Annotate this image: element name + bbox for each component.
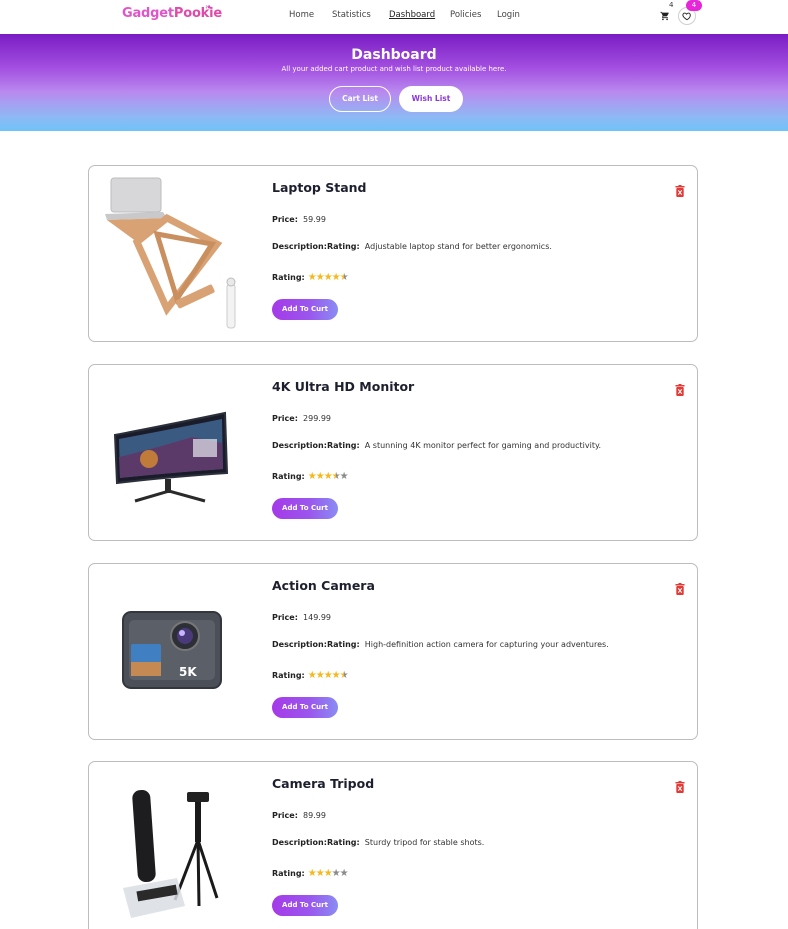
description-label: Description:Rating: bbox=[272, 838, 360, 847]
description-label: Description:Rating: bbox=[272, 640, 360, 649]
star-icon: ★ bbox=[315, 272, 325, 283]
price-label: Price: bbox=[272, 414, 298, 423]
product-card: 5K Action Camera Price: 149.99 Descripti… bbox=[88, 563, 698, 740]
cart-list-button[interactable]: Cart List bbox=[329, 86, 391, 112]
product-rating: Rating: ★★★★★ bbox=[272, 272, 349, 283]
product-price: Price: 149.99 bbox=[272, 613, 331, 622]
cart-count: 4 bbox=[669, 1, 674, 9]
add-to-cart-button[interactable]: Add To Curt bbox=[272, 895, 338, 916]
star-icon: ★ bbox=[323, 868, 333, 879]
rating-stars: ★★★★★ bbox=[307, 868, 349, 879]
rating-label: Rating: bbox=[272, 671, 305, 680]
product-title: Action Camera bbox=[272, 578, 375, 593]
star-icon: ★ bbox=[331, 272, 341, 283]
star-icon: ★ bbox=[323, 272, 333, 283]
rating-stars: ★★★★★ bbox=[307, 272, 349, 283]
star-icon: ★ bbox=[331, 471, 341, 482]
logo-part1: Gadget bbox=[122, 6, 174, 21]
rating-label: Rating: bbox=[272, 273, 305, 282]
wish-list-button[interactable]: Wish List bbox=[399, 86, 463, 112]
star-icon: ★ bbox=[323, 471, 333, 482]
price-value: 89.99 bbox=[303, 811, 326, 820]
product-description: Description:Rating: Adjustable laptop st… bbox=[272, 242, 552, 251]
price-value: 149.99 bbox=[303, 613, 332, 622]
nav-policies[interactable]: Policies bbox=[450, 10, 481, 20]
action-camera-image: 5K bbox=[122, 611, 222, 689]
product-title: Camera Tripod bbox=[272, 776, 375, 791]
bow-icon: ❧ bbox=[205, 3, 213, 13]
description-value: A stunning 4K monitor perfect for gaming… bbox=[364, 441, 602, 450]
price-label: Price: bbox=[272, 215, 298, 224]
product-card: 4K Ultra HD Monitor Price: 299.99 Descri… bbox=[88, 364, 698, 541]
product-title: 4K Ultra HD Monitor bbox=[272, 379, 415, 394]
page-title: Dashboard bbox=[351, 47, 437, 63]
rating-label: Rating: bbox=[272, 472, 305, 481]
heart-icon bbox=[682, 12, 691, 21]
nav-dashboard[interactable]: Dashboard bbox=[389, 10, 435, 20]
page-subtitle: All your added cart product and wish lis… bbox=[281, 65, 507, 73]
dashboard-banner: Dashboard All your added cart product an… bbox=[0, 34, 788, 131]
product-price: Price: 59.99 bbox=[272, 215, 326, 224]
nav-home[interactable]: Home bbox=[289, 10, 314, 20]
product-description: Description:Rating: A stunning 4K monito… bbox=[272, 441, 601, 450]
description-value: Sturdy tripod for stable shots. bbox=[364, 838, 485, 847]
delete-icon[interactable] bbox=[675, 583, 685, 595]
price-value: 299.99 bbox=[303, 414, 332, 423]
price-value: 59.99 bbox=[303, 215, 326, 224]
cart-icon bbox=[660, 11, 669, 21]
svg-text:5K: 5K bbox=[179, 665, 197, 679]
camera-tripod-image bbox=[123, 790, 219, 918]
product-price: Price: 89.99 bbox=[272, 811, 326, 820]
star-icon: ★ bbox=[331, 670, 341, 681]
product-card: Camera Tripod Price: 89.99 Description:R… bbox=[88, 761, 698, 929]
nav-statistics[interactable]: Statistics bbox=[332, 10, 371, 20]
star-icon: ★ bbox=[315, 670, 325, 681]
delete-icon[interactable] bbox=[675, 384, 685, 396]
description-label: Description:Rating: bbox=[272, 441, 360, 450]
star-icon: ★ bbox=[307, 670, 317, 681]
price-label: Price: bbox=[272, 811, 298, 820]
product-rating: Rating: ★★★★★ bbox=[272, 670, 349, 681]
laptop-stand-image bbox=[105, 177, 236, 329]
rating-stars: ★★★★★ bbox=[307, 471, 349, 482]
star-icon: ★ bbox=[307, 868, 317, 879]
star-icon: ★ bbox=[323, 670, 333, 681]
product-card: Laptop Stand Price: 59.99 Description:Ra… bbox=[88, 165, 698, 342]
price-label: Price: bbox=[272, 613, 298, 622]
logo-part2: Pookie bbox=[173, 6, 222, 21]
star-icon: ★ bbox=[315, 868, 325, 879]
add-to-cart-button[interactable]: Add To Curt bbox=[272, 498, 338, 519]
star-icon: ★ bbox=[339, 471, 349, 482]
star-icon: ★ bbox=[339, 670, 349, 681]
rating-label: Rating: bbox=[272, 869, 305, 878]
add-to-cart-button[interactable]: Add To Curt bbox=[272, 299, 338, 320]
star-icon: ★ bbox=[339, 272, 349, 283]
monitor-image bbox=[113, 411, 229, 503]
star-icon: ★ bbox=[339, 868, 349, 879]
cart-button[interactable] bbox=[656, 7, 674, 25]
wishlist-count-badge: 4 bbox=[686, 0, 702, 11]
star-icon: ★ bbox=[307, 272, 317, 283]
add-to-cart-button[interactable]: Add To Curt bbox=[272, 697, 338, 718]
product-rating: Rating: ★★★★★ bbox=[272, 868, 349, 879]
nav-login[interactable]: Login bbox=[497, 10, 520, 20]
rating-stars: ★★★★★ bbox=[307, 670, 349, 681]
product-rating: Rating: ★★★★★ bbox=[272, 471, 349, 482]
description-value: High-definition action camera for captur… bbox=[364, 640, 609, 649]
product-description: Description:Rating: High-definition acti… bbox=[272, 640, 609, 649]
product-price: Price: 299.99 bbox=[272, 414, 331, 423]
product-description: Description:Rating: Sturdy tripod for st… bbox=[272, 838, 484, 847]
delete-icon[interactable] bbox=[675, 781, 685, 793]
star-icon: ★ bbox=[315, 471, 325, 482]
product-title: Laptop Stand bbox=[272, 180, 367, 195]
description-value: Adjustable laptop stand for better ergon… bbox=[364, 242, 552, 251]
description-label: Description:Rating: bbox=[272, 242, 360, 251]
star-icon: ★ bbox=[307, 471, 317, 482]
navbar: GadgetPookie ❧ Home Statistics Dashboard… bbox=[0, 0, 788, 34]
delete-icon[interactable] bbox=[675, 185, 685, 197]
star-icon: ★ bbox=[331, 868, 341, 879]
